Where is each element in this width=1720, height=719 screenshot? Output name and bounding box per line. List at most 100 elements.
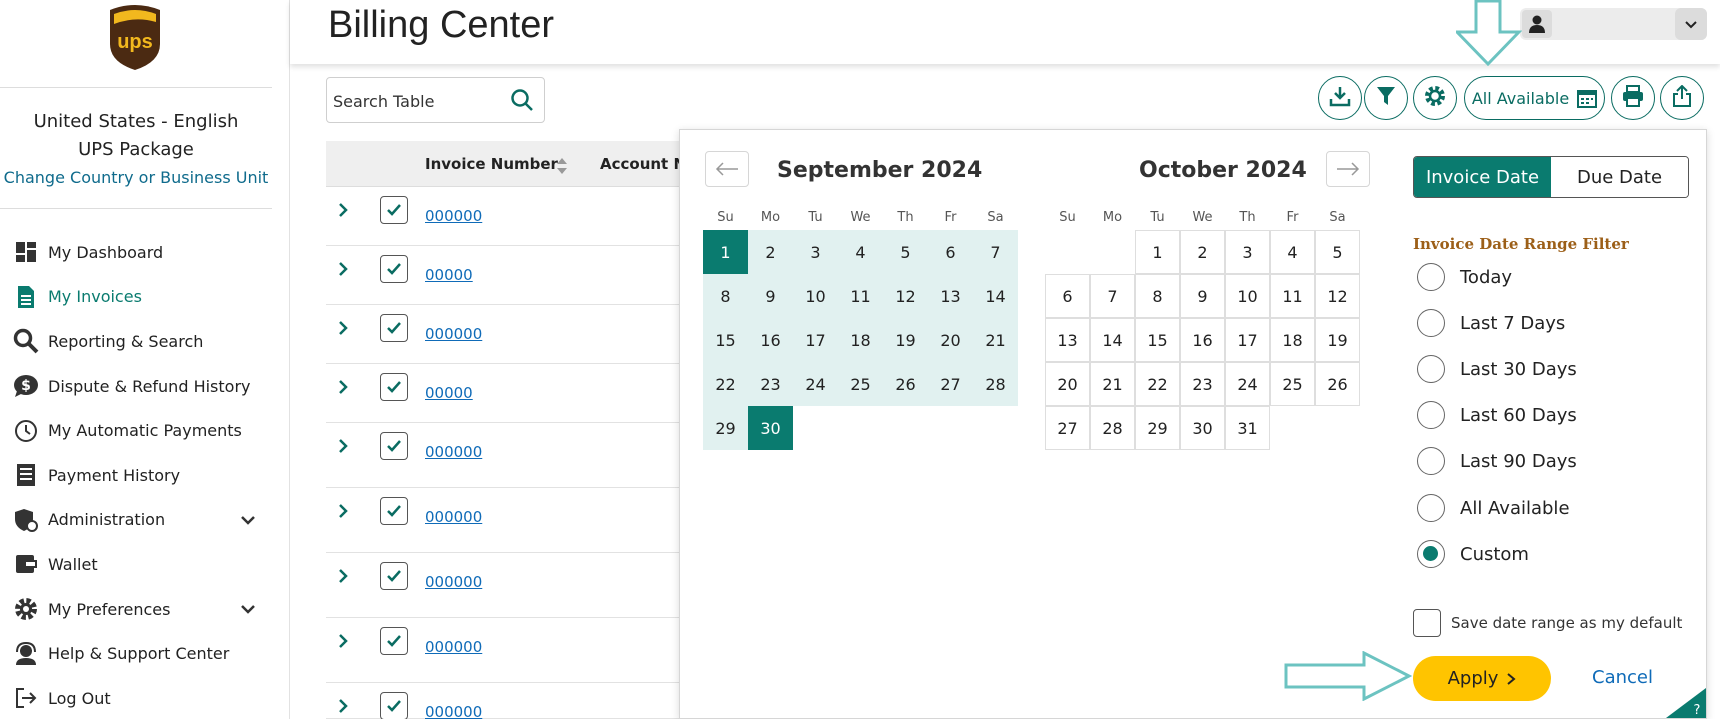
september-day-26[interactable]: 26 <box>883 362 928 406</box>
september-day-10[interactable]: 10 <box>793 274 838 318</box>
october-day-14[interactable]: 14 <box>1090 318 1135 362</box>
row-checkbox[interactable] <box>380 692 408 719</box>
september-day-7[interactable]: 7 <box>973 230 1018 274</box>
chevron-down-icon[interactable] <box>1675 8 1707 40</box>
sidebar-item-my-invoices[interactable]: My Invoices <box>12 275 262 320</box>
invoice-number-link[interactable]: 00000 <box>425 266 473 284</box>
october-day-5[interactable]: 5 <box>1315 230 1360 274</box>
sidebar-item-reporting-search[interactable]: Reporting & Search <box>12 319 262 364</box>
october-day-27[interactable]: 27 <box>1045 406 1090 450</box>
october-day-1[interactable]: 1 <box>1135 230 1180 274</box>
october-day-21[interactable]: 21 <box>1090 362 1135 406</box>
invoice-number-link[interactable]: 00000 <box>425 384 473 402</box>
october-day-9[interactable]: 9 <box>1180 274 1225 318</box>
save-default-checkbox[interactable] <box>1413 609 1441 637</box>
invoice-number-link[interactable]: 000000 <box>425 573 482 591</box>
october-day-15[interactable]: 15 <box>1135 318 1180 362</box>
invoice-number-link[interactable]: 000000 <box>425 703 482 719</box>
radio-today[interactable] <box>1417 263 1445 291</box>
october-day-13[interactable]: 13 <box>1045 318 1090 362</box>
table-row[interactable]: 00000 <box>326 364 726 423</box>
radio-last-90-days[interactable] <box>1417 447 1445 475</box>
september-day-18[interactable]: 18 <box>838 318 883 362</box>
october-day-8[interactable]: 8 <box>1135 274 1180 318</box>
download-button[interactable] <box>1318 76 1362 120</box>
september-day-20[interactable]: 20 <box>928 318 973 362</box>
cancel-button[interactable]: Cancel <box>1592 667 1653 688</box>
september-day-4[interactable]: 4 <box>838 230 883 274</box>
october-day-24[interactable]: 24 <box>1225 362 1270 406</box>
ups-logo[interactable]: ups <box>106 4 164 70</box>
expand-row-icon[interactable] <box>336 697 352 715</box>
table-row[interactable]: 000000 <box>326 553 726 618</box>
october-day-12[interactable]: 12 <box>1315 274 1360 318</box>
october-day-19[interactable]: 19 <box>1315 318 1360 362</box>
october-day-16[interactable]: 16 <box>1180 318 1225 362</box>
row-checkbox[interactable] <box>380 196 408 224</box>
share-button[interactable] <box>1660 76 1704 120</box>
change-country-link[interactable]: Change Country or Business Unit <box>0 164 272 192</box>
table-row[interactable]: 000000 <box>326 618 726 683</box>
sidebar-item-wallet[interactable]: Wallet <box>12 542 262 587</box>
september-day-19[interactable]: 19 <box>883 318 928 362</box>
september-day-30[interactable]: 30 <box>748 406 793 450</box>
october-day-6[interactable]: 6 <box>1045 274 1090 318</box>
october-day-18[interactable]: 18 <box>1270 318 1315 362</box>
september-day-22[interactable]: 22 <box>703 362 748 406</box>
september-day-14[interactable]: 14 <box>973 274 1018 318</box>
sidebar-item-payment-history[interactable]: Payment History <box>12 453 262 498</box>
september-day-25[interactable]: 25 <box>838 362 883 406</box>
expand-row-icon[interactable] <box>336 201 352 219</box>
table-row[interactable]: 00000 <box>326 246 726 305</box>
radio-last-60-days[interactable] <box>1417 401 1445 429</box>
tab-invoice-date[interactable]: Invoice Date <box>1414 157 1551 197</box>
row-checkbox[interactable] <box>380 373 408 401</box>
expand-row-icon[interactable] <box>336 632 352 650</box>
sidebar-item-dispute-refund-history[interactable]: $ Dispute & Refund History <box>12 364 262 409</box>
september-day-1[interactable]: 1 <box>703 230 748 274</box>
september-day-21[interactable]: 21 <box>973 318 1018 362</box>
september-day-16[interactable]: 16 <box>748 318 793 362</box>
september-day-3[interactable]: 3 <box>793 230 838 274</box>
help-corner-icon[interactable]: ? <box>1666 688 1706 718</box>
radio-last-30-days[interactable] <box>1417 355 1445 383</box>
october-day-28[interactable]: 28 <box>1090 406 1135 450</box>
table-row[interactable]: 000000 <box>326 305 726 364</box>
invoice-number-link[interactable]: 000000 <box>425 638 482 656</box>
row-checkbox[interactable] <box>380 432 408 460</box>
date-range-button[interactable]: All Available <box>1464 76 1605 120</box>
search-icon[interactable] <box>510 88 534 116</box>
october-day-31[interactable]: 31 <box>1225 406 1270 450</box>
october-day-7[interactable]: 7 <box>1090 274 1135 318</box>
october-day-23[interactable]: 23 <box>1180 362 1225 406</box>
row-checkbox[interactable] <box>380 314 408 342</box>
sidebar-item-log-out[interactable]: Log Out <box>12 676 262 719</box>
account-menu[interactable] <box>1520 8 1707 40</box>
october-day-11[interactable]: 11 <box>1270 274 1315 318</box>
september-day-8[interactable]: 8 <box>703 274 748 318</box>
table-row[interactable]: 000000 <box>326 488 726 553</box>
invoice-number-link[interactable]: 000000 <box>425 207 482 225</box>
september-day-13[interactable]: 13 <box>928 274 973 318</box>
september-day-9[interactable]: 9 <box>748 274 793 318</box>
apply-button[interactable]: Apply <box>1413 656 1551 701</box>
september-day-11[interactable]: 11 <box>838 274 883 318</box>
table-row[interactable]: 000000 <box>326 683 726 719</box>
invoice-number-link[interactable]: 000000 <box>425 443 482 461</box>
october-day-10[interactable]: 10 <box>1225 274 1270 318</box>
next-month-button[interactable] <box>1326 151 1370 187</box>
sidebar-item-my-dashboard[interactable]: My Dashboard <box>12 230 262 275</box>
october-day-17[interactable]: 17 <box>1225 318 1270 362</box>
october-day-25[interactable]: 25 <box>1270 362 1315 406</box>
previous-month-button[interactable] <box>705 151 749 187</box>
radio-custom[interactable] <box>1417 540 1445 568</box>
expand-row-icon[interactable] <box>336 567 352 585</box>
row-checkbox[interactable] <box>380 497 408 525</box>
september-day-24[interactable]: 24 <box>793 362 838 406</box>
september-day-15[interactable]: 15 <box>703 318 748 362</box>
filter-button[interactable] <box>1364 76 1408 120</box>
october-day-22[interactable]: 22 <box>1135 362 1180 406</box>
radio-last-7-days[interactable] <box>1417 309 1445 337</box>
october-day-4[interactable]: 4 <box>1270 230 1315 274</box>
september-day-17[interactable]: 17 <box>793 318 838 362</box>
